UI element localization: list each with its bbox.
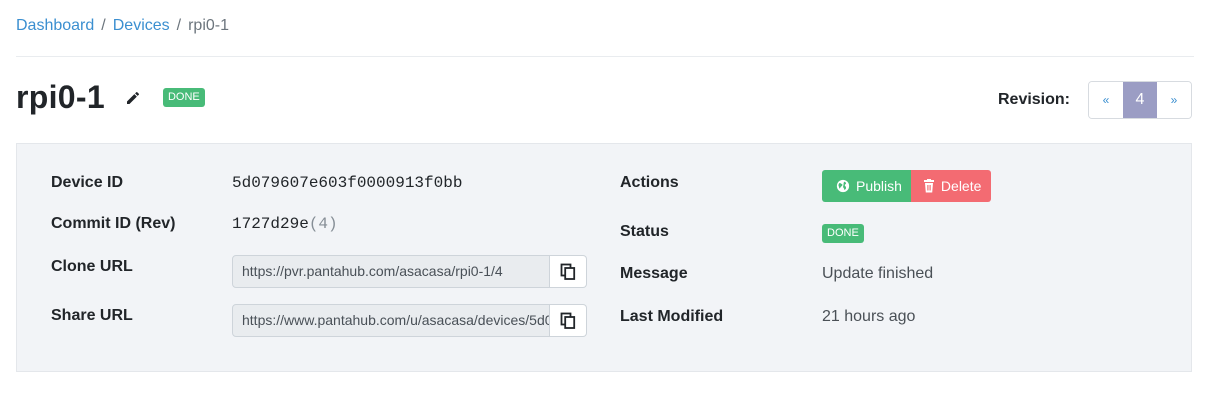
actions-label: Actions	[620, 174, 679, 191]
trash-icon	[923, 179, 934, 193]
revision-selector: Revision: « 4 »	[998, 81, 1192, 119]
device-id-label: Device ID	[51, 174, 124, 191]
device-title-row: rpi0-1 DONE	[16, 79, 205, 116]
revision-prev-button[interactable]: «	[1089, 82, 1123, 118]
status-label: Status	[620, 223, 669, 240]
clone-url-field[interactable]: https://pvr.pantahub.com/asacasa/rpi0-1/…	[232, 255, 550, 288]
breadcrumb-dashboard-link[interactable]: Dashboard	[16, 17, 94, 35]
commit-hash: 1727d29e	[232, 215, 309, 233]
delete-button[interactable]: Delete	[910, 170, 992, 202]
last-modified-label: Last Modified	[620, 308, 724, 325]
commit-id-label: Commit ID (Rev)	[51, 215, 176, 232]
edit-pencil-icon[interactable]	[125, 89, 143, 107]
breadcrumb-devices-link[interactable]: Devices	[113, 17, 170, 35]
commit-revision: (4)	[308, 215, 338, 233]
revision-next-button[interactable]: »	[1157, 82, 1191, 118]
page-title: rpi0-1	[16, 79, 105, 115]
device-details-panel: Device ID 5d079607e603f0000913f0bb Commi…	[16, 143, 1192, 372]
message-value: Update finished	[822, 265, 934, 282]
copy-icon	[560, 263, 576, 280]
header-divider	[16, 56, 1194, 57]
publish-button-label: Publish	[856, 178, 902, 194]
copy-icon	[560, 312, 576, 329]
share-url-label: Share URL	[51, 307, 133, 324]
breadcrumb: Dashboard / Devices / rpi0-1	[16, 17, 229, 35]
revision-current-page[interactable]: 4	[1123, 82, 1157, 118]
copy-clone-url-button[interactable]	[550, 255, 587, 288]
share-url-group: https://www.pantahub.com/u/asacasa/devic…	[232, 304, 587, 337]
device-actions: Publish Delete	[822, 170, 992, 202]
breadcrumb-separator: /	[101, 17, 106, 34]
publish-button[interactable]: Publish	[822, 170, 911, 202]
globe-icon	[836, 179, 850, 193]
status-value-badge: DONE	[822, 224, 864, 244]
breadcrumb-separator: /	[176, 17, 182, 34]
delete-button-label: Delete	[940, 178, 982, 194]
device-id-value: 5d079607e603f0000913f0bb	[232, 174, 463, 192]
share-url-field[interactable]: https://www.pantahub.com/u/asacasa/devic…	[232, 304, 550, 337]
clone-url-group: https://pvr.pantahub.com/asacasa/rpi0-1/…	[232, 255, 587, 288]
breadcrumb-current: rpi0-1	[188, 17, 229, 34]
commit-id-value: 1727d29e(4)	[232, 215, 338, 233]
status-badge: DONE	[162, 87, 205, 108]
revision-label: Revision:	[997, 91, 1070, 108]
copy-share-url-button[interactable]	[550, 304, 587, 337]
last-modified-value: 21 hours ago	[822, 308, 916, 325]
clone-url-label: Clone URL	[51, 258, 133, 275]
message-label: Message	[620, 265, 688, 282]
revision-pager: « 4 »	[1088, 81, 1192, 119]
